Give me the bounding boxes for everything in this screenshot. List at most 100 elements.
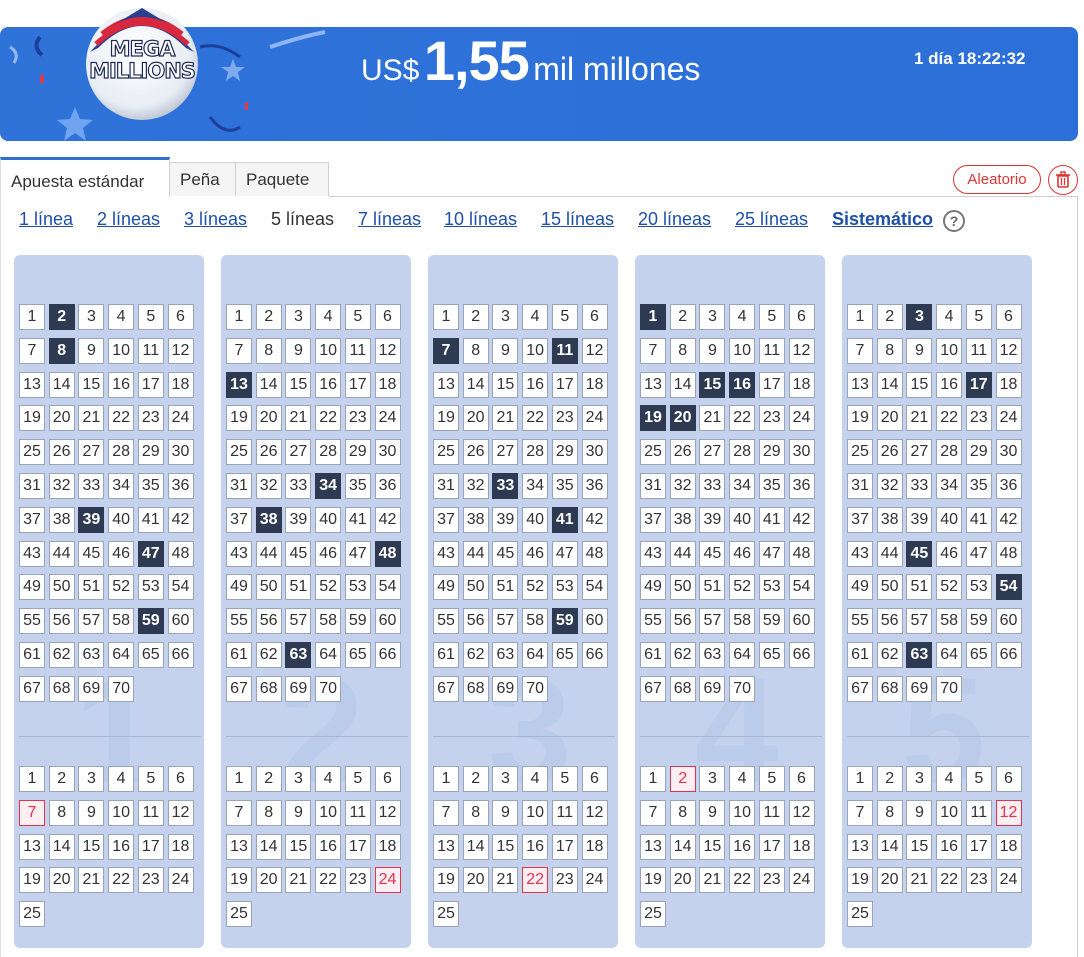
- main-number[interactable]: 42: [581, 506, 608, 533]
- main-number[interactable]: 55: [433, 608, 459, 635]
- main-number[interactable]: 11: [344, 337, 371, 364]
- main-number[interactable]: 53: [758, 574, 785, 601]
- main-number[interactable]: 38: [462, 506, 489, 533]
- mega-ball[interactable]: 23: [551, 867, 578, 894]
- main-number[interactable]: 70: [522, 675, 549, 702]
- lines-option-20[interactable]: 20 líneas: [638, 209, 711, 230]
- main-number[interactable]: 20: [876, 405, 903, 432]
- main-number[interactable]: 58: [936, 608, 963, 635]
- main-number[interactable]: 70: [729, 675, 756, 702]
- main-number[interactable]: 63: [78, 642, 105, 668]
- main-number[interactable]: 66: [788, 642, 815, 668]
- main-number[interactable]: 20: [48, 405, 75, 432]
- main-number[interactable]: 42: [374, 506, 401, 533]
- main-number[interactable]: 2: [669, 304, 696, 330]
- mega-ball[interactable]: 7: [640, 799, 666, 826]
- main-number-selected[interactable]: 41: [551, 506, 578, 533]
- lines-option-15[interactable]: 15 líneas: [541, 209, 614, 230]
- main-number[interactable]: 65: [137, 642, 164, 668]
- main-number-selected[interactable]: 19: [640, 405, 666, 432]
- main-number[interactable]: 29: [758, 439, 785, 466]
- main-number[interactable]: 43: [433, 540, 459, 567]
- main-number[interactable]: 27: [285, 439, 312, 466]
- mega-ball[interactable]: 4: [936, 766, 963, 792]
- main-number[interactable]: 34: [108, 473, 135, 499]
- mega-ball[interactable]: 8: [255, 799, 282, 826]
- main-number[interactable]: 57: [906, 608, 933, 635]
- main-number[interactable]: 22: [108, 405, 135, 432]
- main-number[interactable]: 37: [640, 506, 666, 533]
- main-number[interactable]: 60: [167, 608, 194, 635]
- main-number[interactable]: 19: [226, 405, 252, 432]
- main-number[interactable]: 20: [462, 405, 489, 432]
- main-number-selected[interactable]: 63: [285, 642, 312, 668]
- mega-ball[interactable]: 15: [492, 833, 519, 860]
- main-number[interactable]: 8: [462, 337, 489, 364]
- main-number[interactable]: 11: [758, 337, 785, 364]
- main-number[interactable]: 6: [788, 304, 815, 330]
- mega-ball[interactable]: 6: [995, 766, 1022, 792]
- main-number[interactable]: 4: [936, 304, 963, 330]
- main-number[interactable]: 40: [522, 506, 549, 533]
- main-number[interactable]: 31: [847, 473, 873, 499]
- main-number[interactable]: 41: [137, 506, 164, 533]
- main-number[interactable]: 23: [344, 405, 371, 432]
- main-number[interactable]: 4: [729, 304, 756, 330]
- main-number[interactable]: 5: [344, 304, 371, 330]
- main-number[interactable]: 7: [640, 337, 666, 364]
- main-number[interactable]: 53: [137, 574, 164, 601]
- main-number-selected[interactable]: 11: [551, 337, 578, 364]
- main-number[interactable]: 36: [788, 473, 815, 499]
- main-number[interactable]: 4: [108, 304, 135, 330]
- main-number[interactable]: 25: [640, 439, 666, 466]
- main-number[interactable]: 30: [167, 439, 194, 466]
- main-number[interactable]: 41: [758, 506, 785, 533]
- mega-ball[interactable]: 21: [906, 867, 933, 894]
- main-number[interactable]: 52: [315, 574, 342, 601]
- main-number[interactable]: 58: [729, 608, 756, 635]
- mega-ball[interactable]: 20: [462, 867, 489, 894]
- main-number[interactable]: 12: [167, 337, 194, 364]
- main-number[interactable]: 46: [315, 540, 342, 567]
- mega-ball-selected[interactable]: 7: [19, 799, 45, 826]
- main-number-selected[interactable]: 47: [137, 540, 164, 567]
- mega-ball[interactable]: 12: [581, 799, 608, 826]
- main-number[interactable]: 6: [374, 304, 401, 330]
- main-number-selected[interactable]: 33: [492, 473, 519, 499]
- mega-ball[interactable]: 13: [19, 833, 45, 860]
- main-number[interactable]: 41: [344, 506, 371, 533]
- main-number[interactable]: 21: [78, 405, 105, 432]
- main-number[interactable]: 67: [226, 675, 252, 702]
- main-number[interactable]: 49: [433, 574, 459, 601]
- main-number[interactable]: 51: [699, 574, 726, 601]
- mega-ball-selected[interactable]: 2: [669, 766, 696, 792]
- main-number[interactable]: 17: [551, 371, 578, 398]
- mega-ball[interactable]: 1: [433, 766, 459, 792]
- main-number[interactable]: 34: [729, 473, 756, 499]
- main-number[interactable]: 10: [522, 337, 549, 364]
- main-number[interactable]: 61: [640, 642, 666, 668]
- random-button[interactable]: Aleatorio: [953, 165, 1041, 194]
- main-number[interactable]: 62: [48, 642, 75, 668]
- main-number[interactable]: 22: [729, 405, 756, 432]
- main-number[interactable]: 36: [167, 473, 194, 499]
- mega-ball[interactable]: 14: [48, 833, 75, 860]
- help-icon[interactable]: ?: [943, 210, 965, 232]
- main-number[interactable]: 1: [226, 304, 252, 330]
- mega-ball[interactable]: 25: [847, 901, 873, 928]
- mega-ball[interactable]: 16: [729, 833, 756, 860]
- mega-ball[interactable]: 11: [965, 799, 992, 826]
- mega-ball[interactable]: 2: [255, 766, 282, 792]
- main-number[interactable]: 38: [48, 506, 75, 533]
- main-number-selected[interactable]: 63: [906, 642, 933, 668]
- mega-ball[interactable]: 7: [226, 799, 252, 826]
- main-number[interactable]: 7: [19, 337, 45, 364]
- main-number[interactable]: 70: [108, 675, 135, 702]
- main-number[interactable]: 25: [226, 439, 252, 466]
- main-number[interactable]: 30: [995, 439, 1022, 466]
- main-number[interactable]: 44: [876, 540, 903, 567]
- main-number[interactable]: 66: [581, 642, 608, 668]
- main-number[interactable]: 28: [729, 439, 756, 466]
- mega-ball[interactable]: 14: [669, 833, 696, 860]
- main-number[interactable]: 32: [669, 473, 696, 499]
